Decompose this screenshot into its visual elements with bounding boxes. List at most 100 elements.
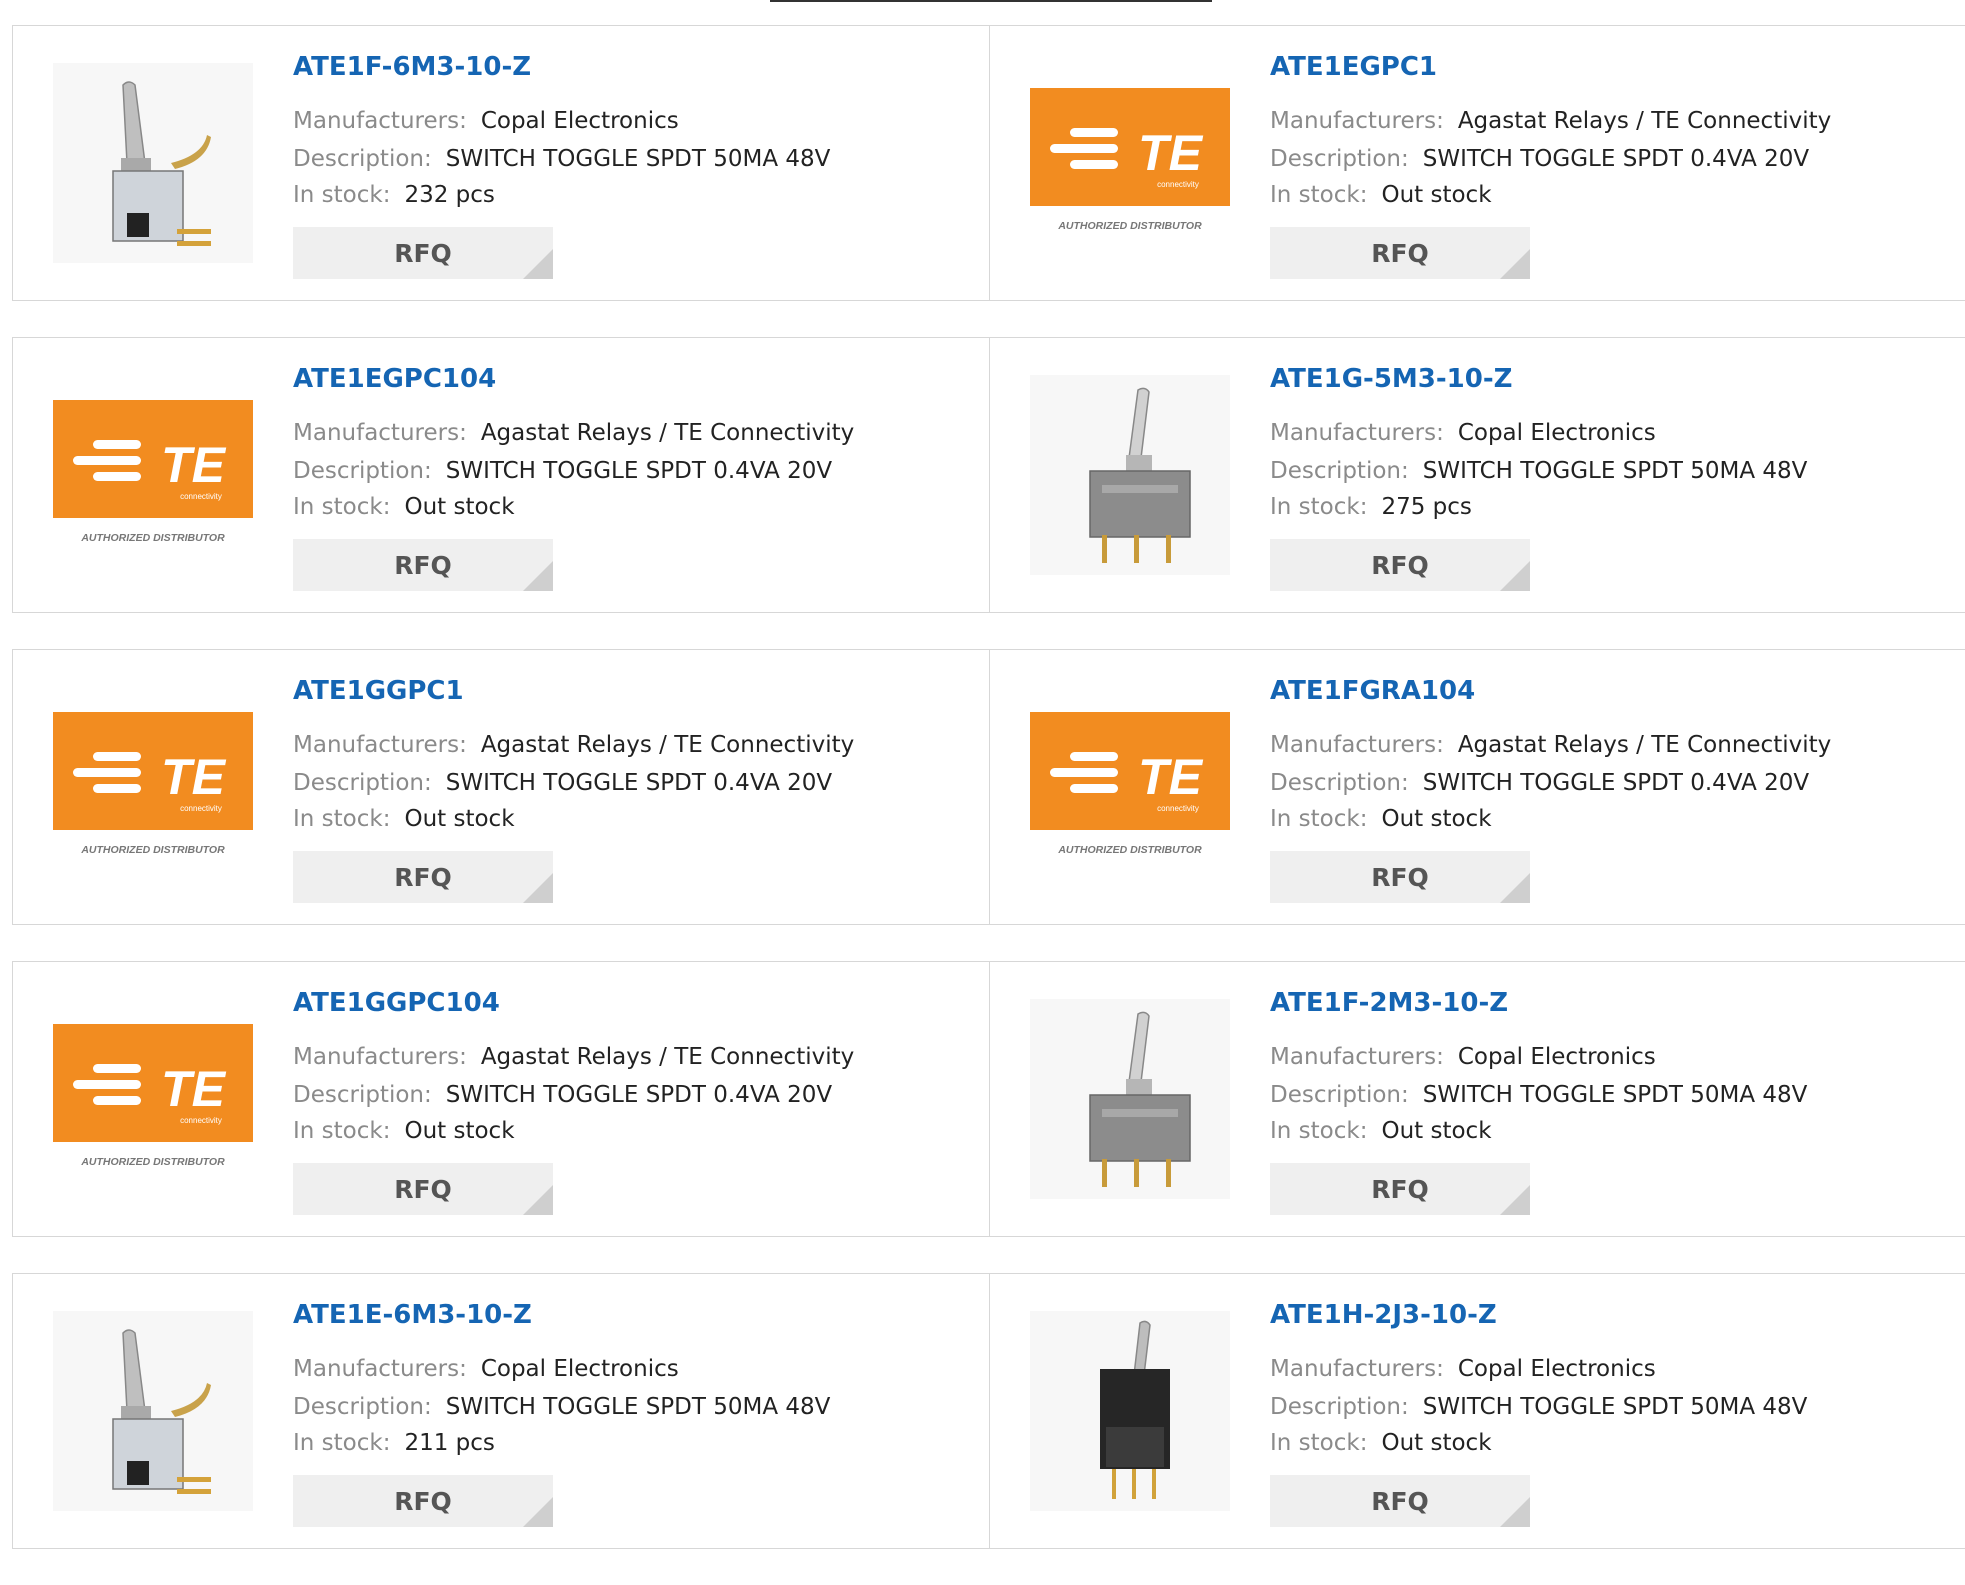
te-logo-mark: TE	[161, 1061, 227, 1117]
description-label: Description:	[1270, 770, 1409, 796]
te-logo-mark: TE	[1138, 125, 1204, 181]
description-value: SWITCH TOGGLE SPDT 0.4VA 20V	[445, 1082, 833, 1108]
manufacturer-label: Manufacturers:	[1270, 108, 1444, 134]
te-authorized-distributor-logo[interactable]: TE connectivity AUTHORIZED DISTRIBUTOR	[1030, 63, 1230, 263]
rfq-button[interactable]: RFQ	[293, 851, 553, 903]
description-line: Description: SWITCH TOGGLE SPDT 50MA 48V	[293, 146, 830, 172]
corner-decoration	[523, 873, 553, 903]
stock-line: In stock: Out stock	[293, 806, 515, 832]
manufacturer-value: Agastat Relays / TE Connectivity	[480, 420, 855, 446]
manufacturer-label: Manufacturers:	[1270, 732, 1444, 758]
toggle-switch-angled-icon[interactable]	[53, 1311, 253, 1511]
manufacturer-label: Manufacturers:	[1270, 1044, 1444, 1070]
product-title-link[interactable]: ATE1GGPC1	[293, 676, 464, 706]
stock-label: In stock:	[293, 182, 391, 208]
product-title-link[interactable]: ATE1F-2M3-10-Z	[1270, 988, 1508, 1018]
te-logo-sub: connectivity	[1157, 804, 1199, 813]
te-authorized-distributor-logo[interactable]: TE connectivity AUTHORIZED DISTRIBUTOR	[1030, 687, 1230, 887]
manufacturer-label: Manufacturers:	[293, 732, 467, 758]
product-card: TE connectivity AUTHORIZED DISTRIBUTOR A…	[12, 337, 990, 613]
toggle-switch-angled-icon[interactable]	[53, 63, 253, 263]
rfq-button[interactable]: RFQ	[293, 1475, 553, 1527]
manufacturer-value: Agastat Relays / TE Connectivity	[1457, 732, 1832, 758]
rfq-button[interactable]: RFQ	[1270, 851, 1530, 903]
stock-value: 211 pcs	[404, 1430, 495, 1456]
manufacturer-label: Manufacturers:	[1270, 420, 1444, 446]
rfq-button[interactable]: RFQ	[293, 1163, 553, 1215]
product-row: ATE1F-6M3-10-Z Manufacturers: Copal Elect…	[12, 25, 1965, 301]
corner-decoration	[1500, 561, 1530, 591]
stock-value: Out stock	[404, 494, 515, 520]
te-logo-sub: connectivity	[1157, 180, 1199, 189]
product-title-link[interactable]: ATE1E-6M3-10-Z	[293, 1300, 532, 1330]
corner-decoration	[523, 561, 553, 591]
product-title-link[interactable]: ATE1EGPC104	[293, 364, 496, 394]
rfq-button-label: RFQ	[394, 238, 452, 268]
product-card: TE connectivity AUTHORIZED DISTRIBUTOR A…	[12, 961, 990, 1237]
manufacturer-value: Agastat Relays / TE Connectivity	[1457, 108, 1832, 134]
product-row: TE connectivity AUTHORIZED DISTRIBUTOR A…	[12, 961, 1965, 1237]
rfq-button[interactable]: RFQ	[1270, 1475, 1530, 1527]
rfq-button[interactable]: RFQ	[293, 539, 553, 591]
manufacturer-value: Copal Electronics	[1457, 1044, 1656, 1070]
stock-line: In stock: 232 pcs	[293, 182, 495, 208]
manufacturer-line: Manufacturers: Agastat Relays / TE Connec…	[293, 732, 854, 758]
stock-value: Out stock	[1381, 1118, 1492, 1144]
description-value: SWITCH TOGGLE SPDT 0.4VA 20V	[1422, 146, 1810, 172]
te-authorized-distributor-logo[interactable]: TE connectivity AUTHORIZED DISTRIBUTOR	[53, 999, 253, 1199]
manufacturer-value: Copal Electronics	[480, 1356, 679, 1382]
description-value: SWITCH TOGGLE SPDT 50MA 48V	[445, 146, 831, 172]
description-line: Description: SWITCH TOGGLE SPDT 0.4VA 20V	[293, 770, 832, 796]
toggle-switch-gray-icon[interactable]	[1030, 375, 1230, 575]
product-row: ATE1E-6M3-10-Z Manufacturers: Copal Elect…	[12, 1273, 1965, 1549]
manufacturer-line: Manufacturers: Copal Electronics	[293, 108, 679, 134]
stock-line: In stock: Out stock	[1270, 1118, 1492, 1144]
product-card: TE connectivity AUTHORIZED DISTRIBUTOR A…	[990, 25, 1965, 301]
stock-label: In stock:	[293, 494, 391, 520]
description-line: Description: SWITCH TOGGLE SPDT 0.4VA 20V	[1270, 770, 1809, 796]
product-title-link[interactable]: ATE1GGPC104	[293, 988, 500, 1018]
product-title-link[interactable]: ATE1H-2J3-10-Z	[1270, 1300, 1497, 1330]
stock-value: Out stock	[1381, 1430, 1492, 1456]
authorized-caption: AUTHORIZED DISTRIBUTOR	[80, 532, 225, 544]
product-title-link[interactable]: ATE1EGPC1	[1270, 52, 1437, 82]
rfq-button[interactable]: RFQ	[1270, 227, 1530, 279]
rfq-button[interactable]: RFQ	[1270, 1163, 1530, 1215]
te-logo-mark: TE	[1138, 749, 1204, 805]
te-authorized-distributor-logo[interactable]: TE connectivity AUTHORIZED DISTRIBUTOR	[53, 687, 253, 887]
stock-label: In stock:	[1270, 1118, 1368, 1144]
rfq-button[interactable]: RFQ	[293, 227, 553, 279]
authorized-caption: AUTHORIZED DISTRIBUTOR	[1057, 844, 1202, 856]
product-title-link[interactable]: ATE1F-6M3-10-Z	[293, 52, 531, 82]
manufacturer-label: Manufacturers:	[293, 1356, 467, 1382]
manufacturer-line: Manufacturers: Copal Electronics	[1270, 1356, 1656, 1382]
stock-label: In stock:	[1270, 806, 1368, 832]
description-label: Description:	[293, 1394, 432, 1420]
authorized-caption: AUTHORIZED DISTRIBUTOR	[80, 1156, 225, 1168]
product-card: ATE1E-6M3-10-Z Manufacturers: Copal Elect…	[12, 1273, 990, 1549]
corner-decoration	[523, 1497, 553, 1527]
stock-line: In stock: 275 pcs	[1270, 494, 1472, 520]
product-card: ATE1G-5M3-10-Z Manufacturers: Copal Elect…	[990, 337, 1965, 613]
te-authorized-distributor-logo[interactable]: TE connectivity AUTHORIZED DISTRIBUTOR	[53, 375, 253, 575]
description-label: Description:	[1270, 458, 1409, 484]
stock-value: 275 pcs	[1381, 494, 1472, 520]
manufacturer-line: Manufacturers: Agastat Relays / TE Connec…	[293, 1044, 854, 1070]
product-title-link[interactable]: ATE1G-5M3-10-Z	[1270, 364, 1513, 394]
rfq-button-label: RFQ	[1371, 238, 1429, 268]
product-card: ATE1F-6M3-10-Z Manufacturers: Copal Elect…	[12, 25, 990, 301]
rfq-button[interactable]: RFQ	[1270, 539, 1530, 591]
corner-decoration	[1500, 249, 1530, 279]
description-label: Description:	[293, 146, 432, 172]
top-divider	[770, 0, 1212, 2]
toggle-switch-gray-icon[interactable]	[1030, 999, 1230, 1199]
product-title-link[interactable]: ATE1FGRA104	[1270, 676, 1475, 706]
manufacturer-line: Manufacturers: Copal Electronics	[293, 1356, 679, 1382]
manufacturer-value: Copal Electronics	[480, 108, 679, 134]
toggle-switch-black-icon[interactable]	[1030, 1311, 1230, 1511]
manufacturer-value: Copal Electronics	[1457, 1356, 1656, 1382]
rfq-button-label: RFQ	[1371, 1174, 1429, 1204]
stock-label: In stock:	[293, 806, 391, 832]
stock-line: In stock: 211 pcs	[293, 1430, 495, 1456]
product-card: TE connectivity AUTHORIZED DISTRIBUTOR A…	[12, 649, 990, 925]
